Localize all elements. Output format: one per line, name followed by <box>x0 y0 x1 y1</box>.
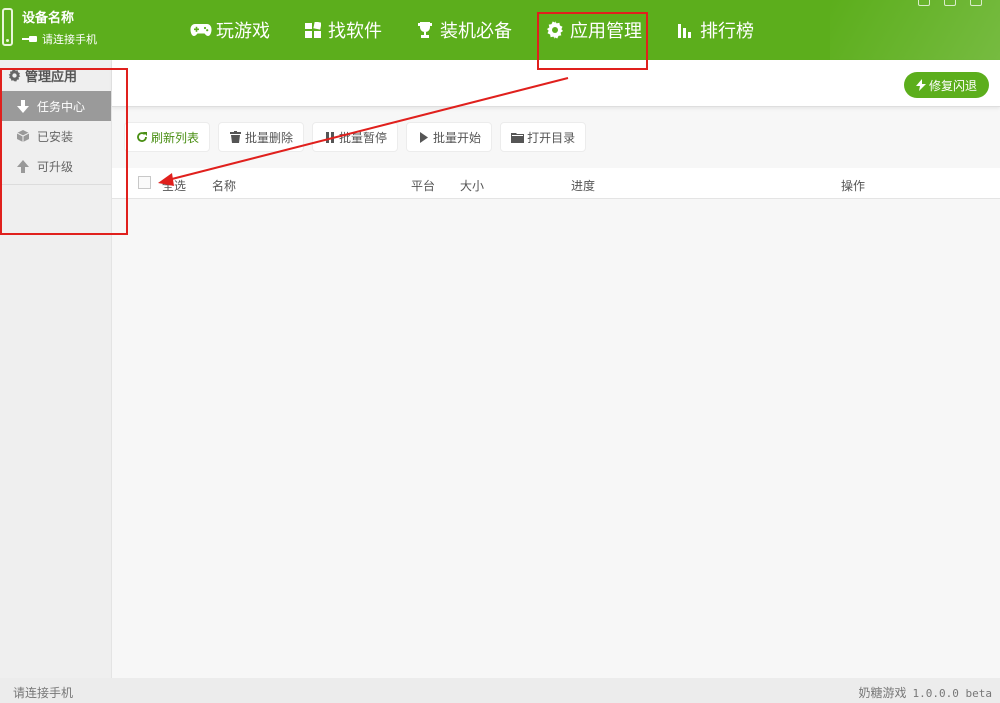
app-name: 奶糖游戏 <box>858 686 907 700</box>
content-top-bar <box>112 60 1000 107</box>
nav-app-management[interactable]: 应用管理 <box>534 0 652 60</box>
column-header-platform: 平台 <box>411 179 436 193</box>
window-controls <box>918 0 982 6</box>
batch-delete-label: 批量删除 <box>245 130 294 145</box>
sidebar-divider <box>0 184 111 185</box>
close-icon[interactable] <box>970 0 982 6</box>
cube-icon <box>16 129 30 143</box>
connection-status: 请连接手机 <box>13 686 74 700</box>
sidebar-item-task-center[interactable]: 任务中心 <box>0 91 111 121</box>
repair-crash-button[interactable]: 修复闪退 <box>904 72 989 98</box>
nav-label: 排行榜 <box>700 21 754 42</box>
folder-icon <box>511 131 525 144</box>
nav-label: 应用管理 <box>570 21 642 42</box>
main-nav: 玩游戏 找软件 装机必备 应用管理 排行榜 <box>180 0 776 60</box>
sidebar: 管理应用 任务中心 已安装 可升级 <box>0 60 112 678</box>
nav-essentials[interactable]: 装机必备 <box>404 0 522 60</box>
sidebar-item-installed[interactable]: 已安装 <box>0 121 111 151</box>
trash-icon <box>229 131 242 144</box>
open-directory-label: 打开目录 <box>527 130 576 145</box>
refresh-icon <box>135 131 148 144</box>
batch-pause-button[interactable]: 批量暂停 <box>312 122 399 152</box>
gamepad-icon <box>190 19 212 41</box>
select-all-label[interactable]: 全选 <box>162 177 186 194</box>
task-toolbar: 刷新列表 批量删除 批量暂停 批量开始 打开目录 <box>124 122 594 154</box>
apps-grid-icon <box>302 19 324 41</box>
nav-find-software[interactable]: 找软件 <box>292 0 392 60</box>
nav-rankings[interactable]: 排行榜 <box>664 0 764 60</box>
refresh-list-label: 刷新列表 <box>151 130 200 145</box>
nav-label: 装机必备 <box>440 21 512 42</box>
device-status-label: 请连接手机 <box>42 33 97 46</box>
batch-delete-button[interactable]: 批量删除 <box>218 122 305 152</box>
repair-crash-label: 修复闪退 <box>928 78 977 93</box>
task-table-header: 全选 名称 平台 大小 进度 操作 <box>112 168 1000 199</box>
sidebar-title-label: 管理应用 <box>25 70 78 85</box>
nav-label: 玩游戏 <box>216 21 270 42</box>
column-header-name: 名称 <box>212 179 237 193</box>
lightning-icon <box>915 79 926 91</box>
header-decoration <box>830 0 1000 60</box>
batch-start-button[interactable]: 批量开始 <box>406 122 493 152</box>
select-all-checkbox[interactable] <box>138 176 151 189</box>
open-directory-button[interactable]: 打开目录 <box>500 122 587 152</box>
sidebar-item-label: 任务中心 <box>37 99 86 114</box>
nav-play-games[interactable]: 玩游戏 <box>180 0 280 60</box>
download-arrow-icon <box>16 99 30 113</box>
bar-chart-icon <box>674 19 696 41</box>
pause-icon <box>323 131 336 144</box>
device-panel[interactable]: 设备名称 请连接手机 <box>0 6 130 54</box>
column-header-progress: 进度 <box>571 179 596 193</box>
refresh-list-button[interactable]: 刷新列表 <box>124 122 211 152</box>
batch-start-label: 批量开始 <box>433 130 482 145</box>
trophy-icon <box>414 19 436 41</box>
app-version-info: 奶糖游戏 1.0.0.0 beta <box>859 684 993 701</box>
phone-icon <box>2 8 13 46</box>
version-label: 1.0.0.0 beta <box>912 687 992 700</box>
sidebar-item-label: 可升级 <box>37 159 74 174</box>
column-header-size: 大小 <box>460 179 485 193</box>
play-icon <box>417 131 430 144</box>
device-status[interactable]: 请连接手机 <box>22 31 97 47</box>
column-header-actions: 操作 <box>841 179 866 193</box>
gear-icon <box>8 69 21 82</box>
batch-pause-label: 批量暂停 <box>339 130 388 145</box>
sidebar-item-label: 已安装 <box>37 129 74 144</box>
up-arrow-icon <box>16 159 30 173</box>
skin-icon[interactable] <box>918 0 930 6</box>
minimize-icon[interactable] <box>944 0 956 6</box>
sidebar-item-upgradable[interactable]: 可升级 <box>0 151 111 181</box>
gear-icon <box>544 19 566 41</box>
nav-label: 找软件 <box>328 21 382 42</box>
sidebar-title: 管理应用 <box>8 66 77 85</box>
top-header: 设备名称 请连接手机 玩游戏 找软件 装机必备 应用管理 排行榜 <box>0 0 1000 60</box>
status-bar: 请连接手机 奶糖游戏 1.0.0.0 beta <box>0 678 1000 703</box>
usb-plug-icon <box>22 36 38 42</box>
device-name: 设备名称 <box>22 11 75 26</box>
